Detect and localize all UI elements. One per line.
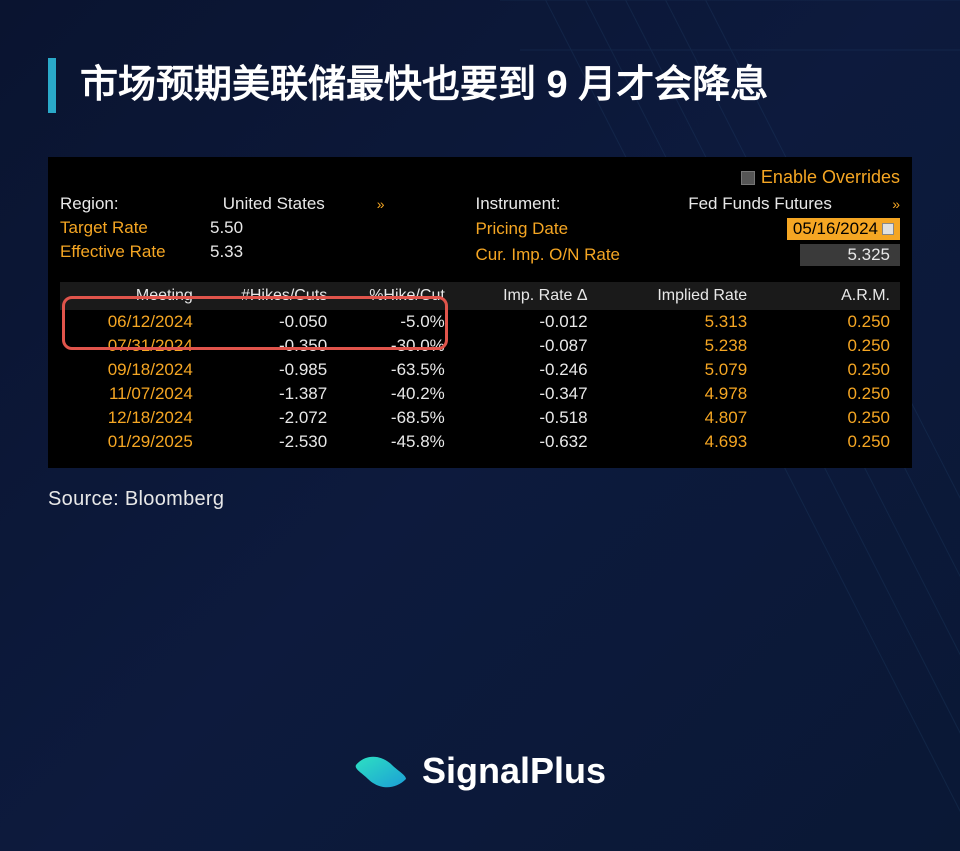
cell-meeting: 07/31/2024 [60,334,203,358]
table-row: 06/12/2024-0.050-5.0%-0.0125.3130.250 [60,310,900,334]
table-row: 09/18/2024-0.985-63.5%-0.2465.0790.250 [60,358,900,382]
cell-arm: 0.250 [757,334,900,358]
cell-arm: 0.250 [757,406,900,430]
cur-imp-rate-label: Cur. Imp. O/N Rate [475,245,675,265]
fed-meetings-table: Meeting #Hikes/Cuts %Hike/Cut Imp. Rate … [60,282,900,454]
bloomberg-terminal-panel: Enable Overrides Region: United States »… [48,157,912,468]
col-header-meeting: Meeting [60,282,203,310]
cell-implied-rate: 4.978 [598,382,758,406]
cell-hikes-cuts: -1.387 [203,382,337,406]
cell-pct-hike-cut: -45.8% [337,430,455,454]
instrument-label: Instrument: [475,194,675,214]
target-rate-value: 5.50 [210,218,243,238]
cell-pct-hike-cut: -30.0% [337,334,455,358]
cell-imp-rate-delta: -0.347 [455,382,598,406]
cell-arm: 0.250 [757,382,900,406]
region-label: Region: [60,194,210,214]
table-row: 12/18/2024-2.072-68.5%-0.5184.8070.250 [60,406,900,430]
cell-meeting: 06/12/2024 [60,310,203,334]
instrument-value: Fed Funds Futures [688,194,888,214]
cell-imp-rate-delta: -0.012 [455,310,598,334]
cell-meeting: 11/07/2024 [60,382,203,406]
cell-imp-rate-delta: -0.632 [455,430,598,454]
table-row: 07/31/2024-0.350-30.0%-0.0875.2380.250 [60,334,900,358]
cell-meeting: 12/18/2024 [60,406,203,430]
chevron-right-icon: » [377,196,385,212]
cell-meeting: 09/18/2024 [60,358,203,382]
calendar-icon [882,223,894,235]
source-citation: Source: Bloomberg [48,488,912,511]
cell-pct-hike-cut: -63.5% [337,358,455,382]
enable-overrides-checkbox[interactable] [741,171,755,185]
col-header-arm: A.R.M. [757,282,900,310]
title-container: 市场预期美联储最快也要到 9 月才会降息 [48,58,912,113]
instrument-selector[interactable]: Instrument: Fed Funds Futures » [475,194,900,214]
cell-imp-rate-delta: -0.087 [455,334,598,358]
cell-arm: 0.250 [757,430,900,454]
enable-overrides-label: Enable Overrides [761,167,900,188]
target-rate-label: Target Rate [60,218,210,238]
col-header-imp-rate-delta: Imp. Rate Δ [455,282,598,310]
col-header-hikes-cuts: #Hikes/Cuts [203,282,337,310]
brand-name: SignalPlus [422,750,606,792]
cell-pct-hike-cut: -40.2% [337,382,455,406]
cell-hikes-cuts: -2.530 [203,430,337,454]
cell-implied-rate: 5.313 [598,310,758,334]
region-selector[interactable]: Region: United States » [60,194,435,214]
region-value: United States [223,194,373,214]
table-row: 11/07/2024-1.387-40.2%-0.3474.9780.250 [60,382,900,406]
page-title: 市场预期美联储最快也要到 9 月才会降息 [80,58,912,113]
cell-pct-hike-cut: -5.0% [337,310,455,334]
col-header-implied-rate: Implied Rate [598,282,758,310]
cell-hikes-cuts: -0.985 [203,358,337,382]
cell-imp-rate-delta: -0.246 [455,358,598,382]
effective-rate-value: 5.33 [210,242,243,262]
cell-arm: 0.250 [757,310,900,334]
pricing-date-value: 05/16/2024 [793,219,878,239]
pricing-date-label: Pricing Date [475,219,675,239]
cell-implied-rate: 5.079 [598,358,758,382]
cell-implied-rate: 4.807 [598,406,758,430]
cell-meeting: 01/29/2025 [60,430,203,454]
pricing-date-input[interactable]: 05/16/2024 [787,218,900,240]
chevron-right-icon: » [892,196,900,212]
table-header-row: Meeting #Hikes/Cuts %Hike/Cut Imp. Rate … [60,282,900,310]
cell-pct-hike-cut: -68.5% [337,406,455,430]
cell-hikes-cuts: -0.050 [203,310,337,334]
cell-implied-rate: 5.238 [598,334,758,358]
table-row: 01/29/2025-2.530-45.8%-0.6324.6930.250 [60,430,900,454]
cell-arm: 0.250 [757,358,900,382]
col-header-pct-hike-cut: %Hike/Cut [337,282,455,310]
cell-implied-rate: 4.693 [598,430,758,454]
signalplus-logo-icon [354,749,408,793]
cell-hikes-cuts: -0.350 [203,334,337,358]
effective-rate-label: Effective Rate [60,242,210,262]
cell-imp-rate-delta: -0.518 [455,406,598,430]
cur-imp-rate-value: 5.325 [800,244,900,266]
brand-logo: SignalPlus [0,749,960,793]
cell-hikes-cuts: -2.072 [203,406,337,430]
